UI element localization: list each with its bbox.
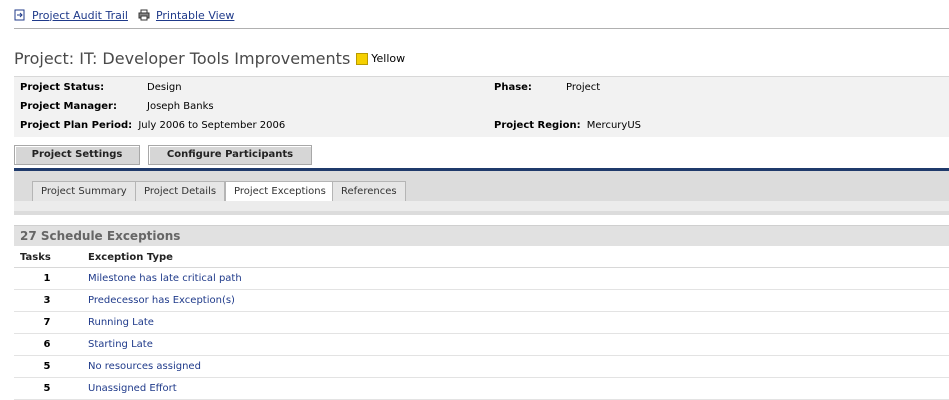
tab-project-details[interactable]: Project Details: [135, 181, 226, 202]
exception-type-link[interactable]: Unassigned Effort: [88, 383, 177, 394]
tab-project-summary[interactable]: Project Summary: [32, 181, 136, 202]
status-row: Project Status: Design: [20, 80, 480, 96]
phase-row: Phase: Project: [494, 80, 794, 96]
audit-trail-link[interactable]: Project Audit Trail: [32, 9, 128, 22]
table-row: 5 Unassigned Effort: [14, 377, 949, 400]
exception-type-link[interactable]: Predecessor has Exception(s): [88, 295, 235, 306]
exception-type-link[interactable]: Running Late: [88, 317, 154, 328]
health-indicator-icon: [356, 52, 369, 65]
task-count: 6: [14, 333, 80, 356]
task-count: 5: [14, 377, 80, 400]
region-value: MercuryUS: [586, 120, 641, 131]
tab-references[interactable]: References: [332, 181, 406, 202]
configure-participants-button[interactable]: Configure Participants: [148, 145, 312, 165]
status-label: Project Status:: [20, 82, 105, 93]
top-links: Project Audit Trail Printable View: [14, 7, 234, 23]
tab-content-strip: [14, 201, 949, 211]
page-title: Project: IT: Developer Tools Improvement…: [14, 49, 351, 68]
exception-type-column-header: Exception Type: [80, 248, 949, 268]
manager-value: Joseph Banks: [147, 101, 214, 112]
task-count: 3: [14, 289, 80, 312]
plan-period-label: Project Plan Period:: [20, 120, 133, 131]
divider: [14, 28, 949, 29]
audit-trail-icon[interactable]: [14, 9, 26, 21]
exception-type-link[interactable]: Starting Late: [88, 339, 153, 350]
task-count: 1: [14, 267, 80, 290]
tab-project-exceptions[interactable]: Project Exceptions: [225, 181, 335, 203]
printable-view-link[interactable]: Printable View: [156, 9, 234, 22]
exceptions-section-header: 27 Schedule Exceptions: [14, 225, 949, 246]
printer-icon[interactable]: [138, 9, 150, 21]
plan-period-row: Project Plan Period: July 2006 to Septem…: [20, 118, 480, 134]
plan-period-value: July 2006 to September 2006: [138, 120, 286, 131]
table-row: 6 Starting Late: [14, 333, 949, 356]
table-row: 5 No resources assigned: [14, 355, 949, 378]
task-count: 7: [14, 311, 80, 334]
tab-bar: Project Summary Project Details Project …: [14, 171, 949, 215]
table-row: 1 Milestone has late critical path: [14, 267, 949, 290]
status-value: Design: [147, 82, 182, 93]
project-title-bar: Project: IT: Developer Tools Improvement…: [14, 49, 405, 68]
exceptions-table: Tasks Exception Type 1 Milestone has lat…: [14, 248, 949, 400]
phase-value: Project: [566, 82, 601, 93]
project-info-panel: Project Status: Design Phase: Project Pr…: [14, 76, 949, 137]
manager-label: Project Manager:: [20, 101, 117, 112]
region-label: Project Region:: [494, 120, 581, 131]
exception-type-link[interactable]: Milestone has late critical path: [88, 273, 242, 284]
manager-row: Project Manager: Joseph Banks: [20, 99, 480, 115]
exception-type-link[interactable]: No resources assigned: [88, 361, 201, 372]
tasks-column-header: Tasks: [14, 248, 80, 268]
table-row: 7 Running Late: [14, 311, 949, 334]
table-row: 3 Predecessor has Exception(s): [14, 289, 949, 312]
phase-label: Phase:: [494, 82, 532, 93]
project-settings-button[interactable]: Project Settings: [14, 145, 140, 165]
task-count: 5: [14, 355, 80, 378]
health-label: Yellow: [371, 52, 406, 65]
table-header-row: Tasks Exception Type: [14, 248, 949, 268]
region-row: Project Region: MercuryUS: [494, 118, 794, 134]
